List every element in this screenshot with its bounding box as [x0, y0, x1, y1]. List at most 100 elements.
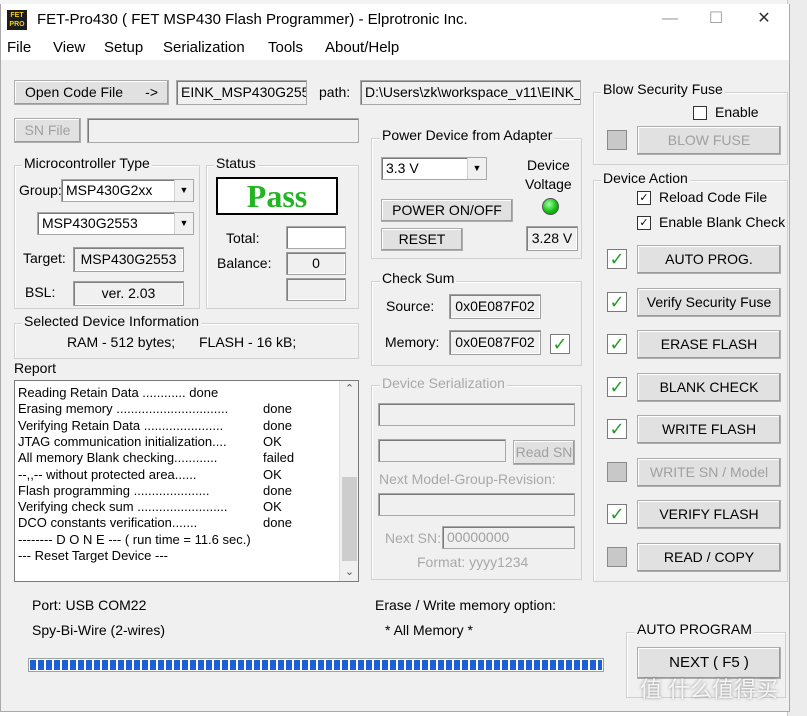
action-enable-checkbox[interactable]: ✓	[607, 249, 627, 269]
action-enable-checkbox[interactable]	[607, 461, 627, 482]
action-button-write-flash[interactable]: WRITE FLASH	[637, 415, 781, 444]
checkmark-icon: ✓	[550, 334, 570, 354]
checksum-group-title: Check Sum	[380, 270, 457, 286]
menu-view[interactable]: View	[53, 39, 85, 56]
menu-about-help[interactable]: About/Help	[325, 39, 399, 56]
menu-bar: File View Setup Serialization Tools Abou…	[1, 36, 789, 60]
chevron-down-icon[interactable]: ▼	[174, 180, 193, 201]
device-info-title: Selected Device Information	[22, 313, 202, 329]
device-voltage-label: Device Voltage	[525, 157, 572, 192]
report-line-status: OK	[263, 466, 282, 482]
report-line-status: OK	[263, 499, 282, 515]
action-button-read-copy[interactable]: READ / COPY	[637, 542, 781, 572]
maximize-icon[interactable]: ☐	[693, 4, 739, 36]
group-select[interactable]: MSP430G2xx ▼	[61, 179, 194, 202]
watermark-text: 值 什么值得买	[640, 677, 779, 702]
next-sn-label: Next SN:	[385, 530, 442, 546]
open-code-file-label: Open Code File	[25, 84, 124, 100]
reset-button[interactable]: RESET	[381, 228, 463, 251]
power-on-off-button[interactable]: POWER ON/OFF	[381, 199, 513, 222]
action-enable-checkbox[interactable]: ✓	[607, 504, 627, 524]
ram-info: RAM - 512 bytes;	[67, 334, 176, 350]
checksum-memory-label: Memory:	[385, 334, 440, 350]
reload-code-file-label: Reload Code File	[659, 189, 768, 205]
menu-setup[interactable]: Setup	[104, 39, 143, 56]
enable-fuse-checkbox[interactable]	[693, 106, 707, 120]
report-box: Reading Retain Data ............ done Era…	[14, 380, 359, 582]
target-value: MSP430G2553	[73, 247, 184, 272]
bsl-label: BSL:	[25, 284, 56, 300]
menu-serialization[interactable]: Serialization	[163, 39, 245, 56]
voltage-select[interactable]: 3.3 V ▼	[381, 157, 487, 180]
report-line: --,,-- without protected area......	[18, 466, 197, 482]
report-line-status: done	[263, 482, 292, 498]
report-line-status: done	[263, 401, 292, 417]
blow-fuse-group-title: Blow Security Fuse	[601, 81, 725, 97]
code-file-name-field: EINK_MSP430G255	[176, 80, 307, 105]
port-info: Port: USB COM22	[32, 597, 147, 613]
code-file-path-field: D:\Users\zk\workspace_v11\EINK_	[360, 80, 581, 105]
report-line-status: OK	[263, 433, 282, 449]
reload-code-file-checkbox[interactable]: ✓	[637, 191, 651, 205]
enable-blank-check-label: Enable Blank Check	[659, 214, 786, 230]
chevron-down-icon[interactable]: ▼	[467, 158, 486, 179]
report-line-status: done	[263, 417, 292, 433]
action-button-verify-flash[interactable]: VERIFY FLASH	[637, 500, 781, 529]
blow-fuse-button[interactable]: BLOW FUSE	[637, 126, 781, 155]
report-line: All memory Blank checking............	[18, 450, 218, 466]
window-title: FET-Pro430 ( FET MSP430 Flash Programmer…	[37, 11, 468, 28]
action-enable-checkbox[interactable]: ✓	[607, 419, 627, 439]
action-enable-checkbox[interactable]: ✓	[607, 376, 627, 397]
report-line: Verifying check sum ....................…	[18, 499, 228, 515]
device-voltage-value: 3.28 V	[526, 226, 578, 251]
enable-blank-check-checkbox[interactable]: ✓	[637, 216, 651, 230]
open-code-file-button[interactable]: Open Code File ->	[14, 80, 169, 105]
action-button-write-sn-model[interactable]: WRITE SN / Model	[637, 457, 781, 487]
menu-tools[interactable]: Tools	[268, 39, 303, 56]
scroll-up-icon[interactable]: ⌃	[340, 381, 359, 398]
minimize-icon[interactable]: —	[647, 4, 693, 36]
action-button-blank-check[interactable]: BLANK CHECK	[637, 372, 781, 402]
report-line: -------- D O N E --- ( run time = 11.6 s…	[18, 531, 251, 547]
action-button-auto-prog[interactable]: AUTO PROG.	[637, 245, 781, 274]
total-label: Total:	[226, 230, 260, 246]
auto-program-title: AUTO PROGRAM	[635, 621, 754, 637]
menu-file[interactable]: File	[7, 39, 31, 56]
progress-bar	[28, 658, 604, 672]
checksum-memory-value: 0x0E087F02	[449, 330, 541, 355]
chevron-down-icon[interactable]: ▼	[174, 213, 193, 234]
next-model-label: Next Model-Group-Revision:	[379, 471, 556, 487]
scroll-down-icon[interactable]: ⌄	[340, 564, 359, 581]
title-bar: FET PRO FET-Pro430 ( FET MSP430 Flash Pro…	[1, 4, 789, 36]
action-button-erase-flash[interactable]: ERASE FLASH	[637, 330, 781, 359]
enable-fuse-label: Enable	[715, 104, 759, 120]
device-select[interactable]: MSP430G2553 ▼	[37, 212, 194, 235]
erase-option-value: * All Memory *	[385, 622, 473, 638]
app-window: FET PRO FET-Pro430 ( FET MSP430 Flash Pro…	[0, 4, 790, 712]
action-enable-checkbox[interactable]: ✓	[607, 334, 627, 354]
report-line: --- Reset Target Device ---	[18, 548, 169, 563]
scrollbar-thumb[interactable]	[342, 477, 357, 561]
read-sn-button[interactable]: Read SN	[513, 440, 575, 465]
status-extra-value	[286, 278, 346, 301]
serialization-group-title: Device Serialization	[380, 375, 507, 391]
bsl-value: ver. 2.03	[73, 281, 184, 306]
watermark-logo: 值 什么值得买	[640, 672, 778, 704]
device-select-value: MSP430G2553	[42, 215, 138, 231]
sn-file-button[interactable]: SN File	[14, 118, 81, 143]
group-select-value: MSP430G2xx	[66, 182, 153, 198]
sn-format-label: Format: yyyy1234	[417, 554, 529, 570]
blow-fuse-indicator	[607, 130, 627, 150]
action-enable-checkbox[interactable]	[607, 546, 627, 567]
total-field[interactable]	[286, 226, 346, 249]
action-button-verify-security-fuse[interactable]: Verify Security Fuse	[637, 287, 781, 317]
power-group-title: Power Device from Adapter	[380, 127, 555, 143]
report-line: DCO constants verification.......	[18, 515, 198, 531]
status-result: Pass	[216, 177, 338, 215]
power-indicator-led	[542, 198, 559, 215]
action-enable-checkbox[interactable]: ✓	[607, 291, 627, 312]
close-icon[interactable]: ✕	[741, 4, 787, 36]
flash-info: FLASH - 16 kB;	[199, 334, 297, 350]
report-scrollbar[interactable]: ⌃ ⌄	[339, 381, 358, 581]
sn-file-field	[87, 118, 359, 143]
